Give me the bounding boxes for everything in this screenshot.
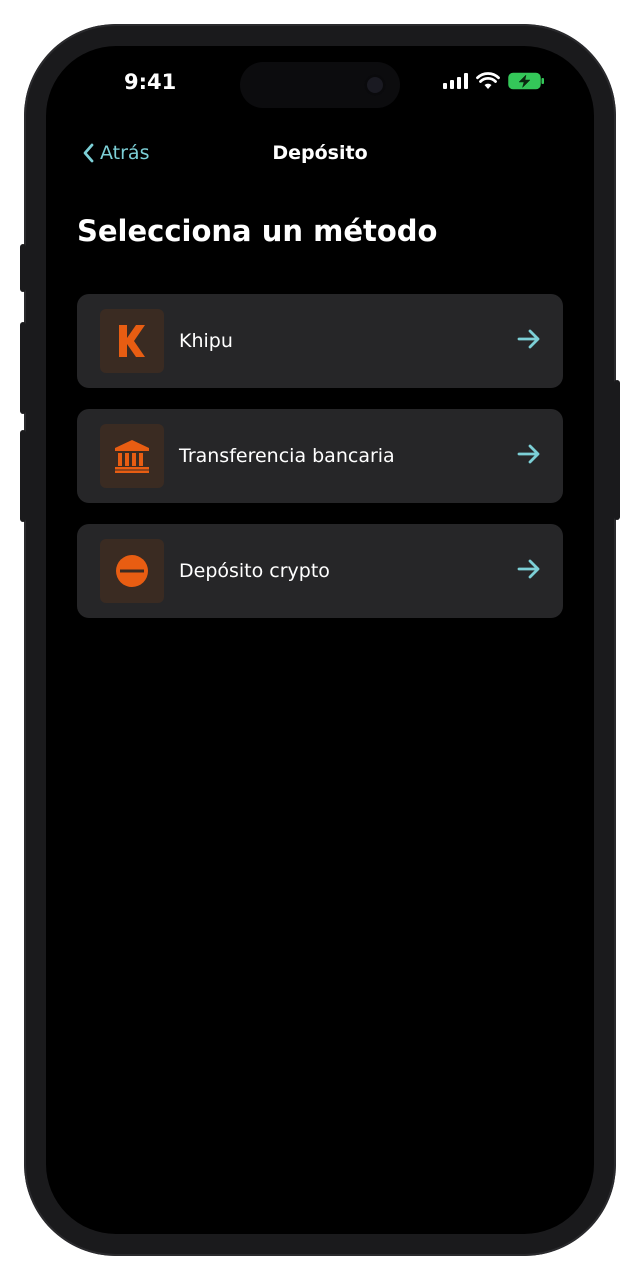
crypto-coin-icon (116, 555, 148, 587)
page-title: Depósito (272, 142, 368, 164)
signal-icon (443, 73, 468, 89)
method-item-bank-transfer[interactable]: Transferencia bancaria (77, 409, 563, 503)
phone-side-button (20, 322, 26, 414)
section-heading: Selecciona un método (77, 214, 438, 248)
wifi-icon (476, 72, 500, 89)
method-icon-box (100, 424, 164, 488)
phone-side-button (614, 380, 620, 520)
navigation-bar: Atrás Depósito (46, 142, 594, 172)
dynamic-island (240, 62, 400, 108)
status-icons (443, 72, 546, 90)
method-list: Khipu Transferencia bancaria Depósito cr… (77, 294, 563, 639)
battery-charging-icon (508, 72, 544, 90)
arrow-right-icon (517, 559, 540, 579)
arrow-right-icon (517, 444, 540, 464)
bank-icon (115, 440, 149, 473)
app-screen: 9:41 Atrás Depósito Selecciona un método (46, 46, 594, 1234)
method-item-crypto[interactable]: Depósito crypto (77, 524, 563, 618)
method-label: Depósito crypto (179, 560, 330, 582)
phone-side-button (20, 244, 26, 292)
camera-icon (364, 74, 386, 96)
method-label: Khipu (179, 330, 233, 352)
method-item-khipu[interactable]: Khipu (77, 294, 563, 388)
method-icon-box (100, 309, 164, 373)
method-label: Transferencia bancaria (179, 445, 395, 467)
status-time: 9:41 (124, 70, 177, 94)
khipu-k-icon (119, 325, 145, 357)
phone-side-button (20, 430, 26, 522)
method-icon-box (100, 539, 164, 603)
arrow-right-icon (517, 329, 540, 349)
